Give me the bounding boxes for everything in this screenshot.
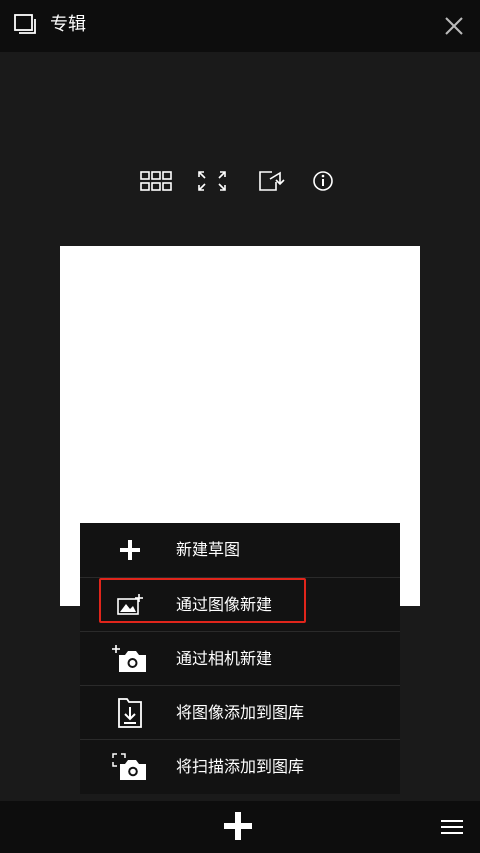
top-bar: 专辑 [0, 0, 480, 52]
menu-item-label: 通过图像新建 [176, 595, 273, 614]
menu-item-new-from-image[interactable]: 通过图像新建 [80, 577, 400, 631]
fullscreen-icon [198, 171, 226, 191]
add-button[interactable] [210, 803, 266, 849]
grid-view-icon [140, 171, 172, 191]
plus-icon [224, 812, 252, 840]
canvas-toolbar [0, 166, 480, 196]
plus-icon [110, 533, 150, 567]
grid-view-button[interactable] [139, 166, 173, 196]
scan-camera-icon [110, 750, 150, 784]
export-button[interactable] [254, 166, 288, 196]
menu-item-label: 将扫描添加到图库 [176, 757, 305, 776]
export-icon [259, 171, 285, 191]
fullscreen-button[interactable] [195, 166, 229, 196]
camera-add-icon [110, 642, 150, 676]
hamburger-menu-icon[interactable] [440, 817, 464, 837]
menu-item-new-from-camera[interactable]: 通过相机新建 [80, 631, 400, 685]
menu-item-label: 新建草图 [176, 540, 241, 559]
album-icon[interactable] [14, 14, 38, 36]
info-icon [313, 171, 333, 191]
close-icon[interactable] [443, 15, 465, 37]
image-add-icon [110, 588, 150, 622]
bottom-bar [0, 801, 480, 853]
menu-item-label: 将图像添加到图库 [176, 703, 305, 722]
menu-item-new-sketch[interactable]: 新建草图 [80, 523, 400, 577]
menu-item-add-scan-to-gallery[interactable]: 将扫描添加到图库 [80, 739, 400, 793]
menu-item-label: 通过相机新建 [176, 649, 273, 668]
info-button[interactable] [306, 166, 340, 196]
menu-item-add-image-to-gallery[interactable]: 将图像添加到图库 [80, 685, 400, 739]
page-title: 专辑 [50, 14, 86, 35]
add-menu: 新建草图 通过图像新建 通过相机新建 将图像添加到图库 将扫描添加到图库 [80, 523, 400, 794]
folder-import-icon [110, 696, 150, 730]
